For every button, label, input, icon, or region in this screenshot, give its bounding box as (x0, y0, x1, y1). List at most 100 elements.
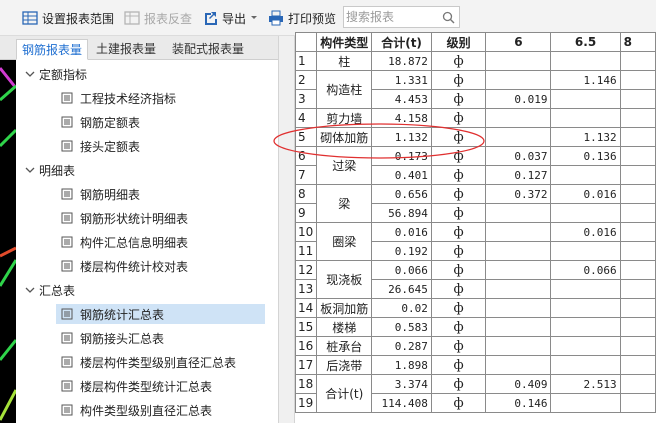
table-row[interactable]: 14 板洞加筋 0.02 ф (295, 298, 656, 318)
tree-item-rebar-quota[interactable]: 钢筋定额表 (16, 110, 278, 134)
dia6-cell[interactable]: 0.019 (485, 89, 552, 109)
dia6-cell[interactable] (485, 222, 552, 242)
tree-item-rebar-summary[interactable]: 钢筋统计汇总表 (16, 302, 278, 326)
table-row[interactable]: 8 梁 0.656 ф 0.372 0.016 (295, 184, 656, 223)
grade-cell[interactable]: ф (430, 203, 487, 223)
tree-item-rebar-detail[interactable]: 钢筋明细表 (16, 182, 278, 206)
dia6-cell[interactable] (485, 336, 552, 356)
dia8-cell[interactable] (619, 203, 656, 223)
total-cell[interactable]: 114.408 (371, 393, 432, 413)
table-row[interactable]: 15 楼梯 0.583 ф (295, 317, 656, 337)
dia65-cell[interactable]: 1.146 (550, 70, 621, 90)
component-type-cell[interactable]: 梁 (316, 184, 373, 223)
export-button[interactable]: 导出 (202, 9, 258, 27)
dia65-cell[interactable] (550, 336, 621, 356)
total-cell[interactable]: 56.894 (371, 203, 432, 223)
dia6-cell[interactable] (485, 298, 552, 318)
dia65-cell[interactable] (550, 317, 621, 337)
dia6-cell[interactable] (485, 241, 552, 261)
grade-cell[interactable]: ф (430, 260, 487, 280)
dia8-cell[interactable] (619, 374, 656, 394)
grade-cell[interactable]: ф (430, 374, 487, 394)
component-type-cell[interactable]: 现浇板 (316, 260, 373, 299)
total-cell[interactable]: 1.898 (371, 355, 432, 375)
dia6-cell[interactable] (485, 127, 552, 147)
table-row[interactable]: 2 构造柱 1.331 ф 1.146 (295, 70, 656, 109)
dia6-cell[interactable] (485, 51, 552, 71)
grade-cell[interactable]: ф (430, 222, 487, 242)
dia6-cell[interactable] (485, 279, 552, 299)
column-header[interactable]: 级别 (430, 32, 487, 52)
dia8-cell[interactable] (619, 279, 656, 299)
dia65-cell[interactable]: 1.132 (550, 127, 621, 147)
grade-cell[interactable]: ф (430, 279, 487, 299)
dia65-cell[interactable]: 0.016 (550, 184, 621, 204)
search-box[interactable] (343, 6, 460, 28)
tree-group-detail[interactable]: 明细表 (16, 158, 278, 182)
dia6-cell[interactable]: 0.146 (485, 393, 552, 413)
chevron-down-icon[interactable] (25, 165, 35, 175)
dia6-cell[interactable] (485, 203, 552, 223)
dia8-cell[interactable] (619, 127, 656, 147)
grade-cell[interactable]: ф (430, 393, 487, 413)
dia65-cell[interactable] (550, 393, 621, 413)
panel-splitter[interactable] (278, 36, 295, 423)
dia65-cell[interactable] (550, 298, 621, 318)
total-cell[interactable]: 4.453 (371, 89, 432, 109)
grade-cell[interactable]: ф (430, 355, 487, 375)
grade-cell[interactable]: ф (430, 89, 487, 109)
tree-item-floor-type-stat-summary[interactable]: 楼层构件类型统计汇总表 (16, 374, 278, 398)
dia8-cell[interactable] (619, 393, 656, 413)
tree-item-floor-check[interactable]: 楼层构件统计校对表 (16, 254, 278, 278)
dia65-cell[interactable]: 2.513 (550, 374, 621, 394)
dia65-cell[interactable] (550, 241, 621, 261)
dia6-cell[interactable] (485, 70, 552, 90)
total-cell[interactable]: 1.331 (371, 70, 432, 90)
table-row[interactable]: 6 过梁 0.173 ф 0.037 0.136 (295, 146, 656, 185)
component-type-cell[interactable]: 构造柱 (316, 70, 373, 109)
total-cell[interactable]: 0.02 (371, 298, 432, 318)
table-row[interactable]: 1 柱 18.872 ф (295, 51, 656, 71)
search-icon[interactable] (442, 11, 455, 24)
tree-item-rebar-shape-detail[interactable]: 钢筋形状统计明细表 (16, 206, 278, 230)
grade-cell[interactable]: ф (430, 165, 487, 185)
column-header[interactable]: 6 (485, 32, 552, 52)
dia8-cell[interactable] (619, 165, 656, 185)
dia8-cell[interactable] (619, 336, 656, 356)
dia65-cell[interactable]: 0.016 (550, 222, 621, 242)
dia6-cell[interactable] (485, 355, 552, 375)
dia6-cell[interactable] (485, 317, 552, 337)
dia6-cell[interactable]: 0.372 (485, 184, 552, 204)
dia6-cell[interactable]: 0.127 (485, 165, 552, 185)
dia8-cell[interactable] (619, 146, 656, 166)
dia6-cell[interactable]: 0.037 (485, 146, 552, 166)
dia8-cell[interactable] (619, 51, 656, 71)
dia8-cell[interactable] (619, 355, 656, 375)
grade-cell[interactable]: ф (430, 127, 487, 147)
dia6-cell[interactable] (485, 108, 552, 128)
chevron-down-icon[interactable] (25, 285, 35, 295)
component-type-cell[interactable]: 板洞加筋 (316, 298, 373, 318)
dia8-cell[interactable] (619, 260, 656, 280)
component-type-cell[interactable]: 后浇带 (316, 355, 373, 375)
tab-civil-report[interactable]: 土建报表量 (90, 39, 162, 60)
tree-item-economic-index[interactable]: 工程技术经济指标 (16, 86, 278, 110)
dia65-cell[interactable]: 0.066 (550, 260, 621, 280)
grade-cell[interactable]: ф (430, 241, 487, 261)
table-row[interactable]: 17 后浇带 1.898 ф (295, 355, 656, 375)
total-cell[interactable]: 0.066 (371, 260, 432, 280)
dia65-cell[interactable] (550, 279, 621, 299)
dia65-cell[interactable]: 0.136 (550, 146, 621, 166)
dia6-cell[interactable]: 0.409 (485, 374, 552, 394)
component-type-cell[interactable]: 砌体加筋 (316, 127, 373, 147)
total-cell[interactable]: 18.872 (371, 51, 432, 71)
dia8-cell[interactable] (619, 298, 656, 318)
dia8-cell[interactable] (619, 184, 656, 204)
component-type-cell[interactable]: 桩承台 (316, 336, 373, 356)
total-cell[interactable]: 26.645 (371, 279, 432, 299)
tree-item-joint-summary[interactable]: 钢筋接头汇总表 (16, 326, 278, 350)
total-cell[interactable]: 0.287 (371, 336, 432, 356)
component-type-cell[interactable]: 圈梁 (316, 222, 373, 261)
search-input[interactable] (346, 8, 440, 26)
tab-prefab-report[interactable]: 装配式报表量 (166, 39, 250, 60)
